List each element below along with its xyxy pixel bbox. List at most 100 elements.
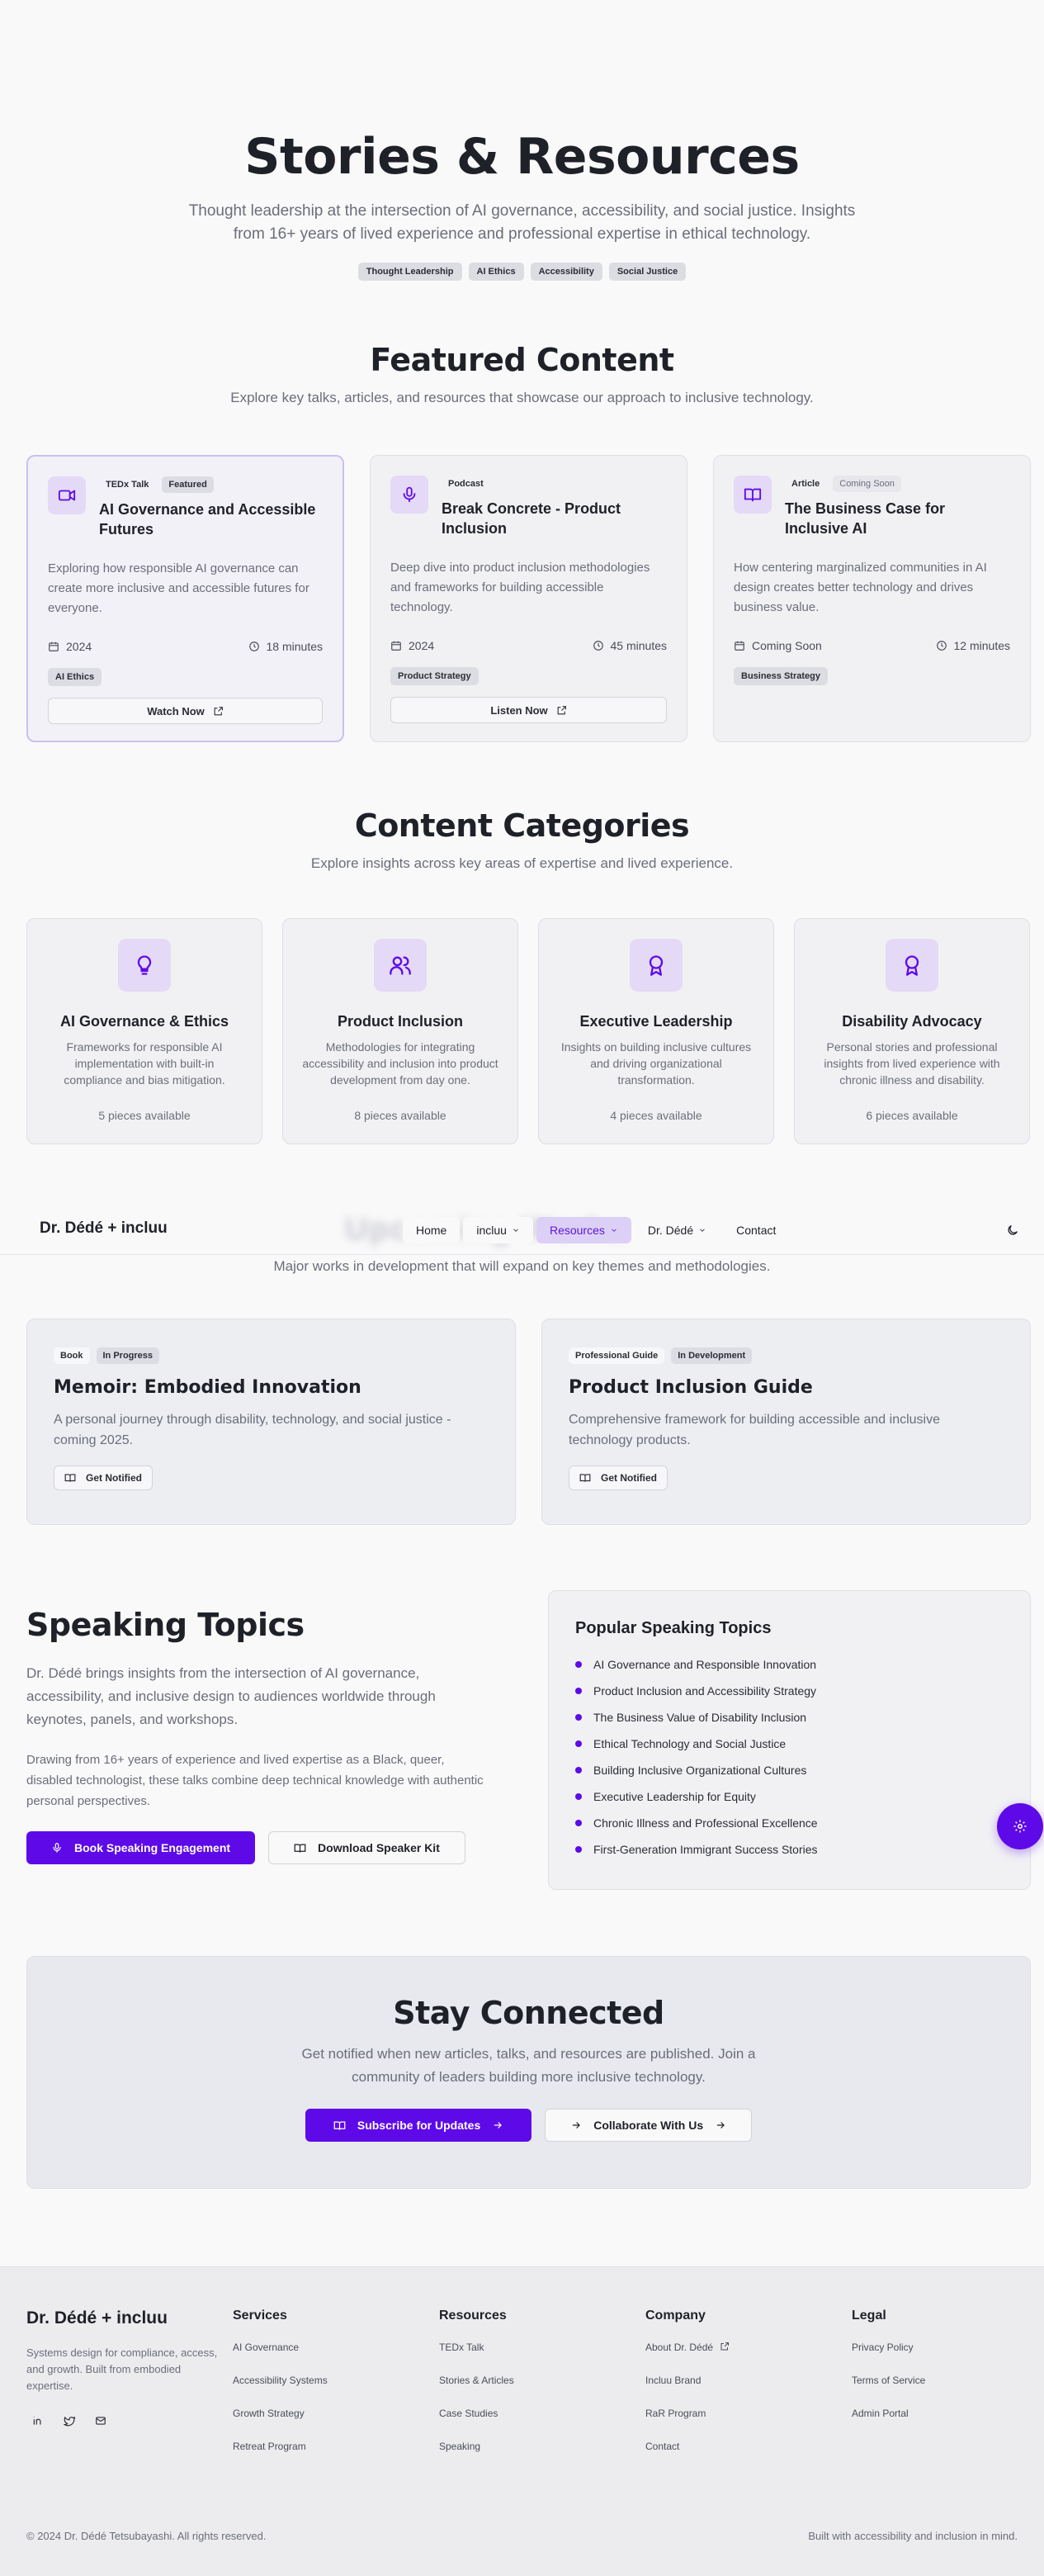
footer-link[interactable]: Contact: [645, 2441, 730, 2474]
arrow-right-icon: [494, 2122, 503, 2129]
calendar-icon: [735, 641, 744, 651]
content-type: Book: [54, 1347, 90, 1364]
chevron-down-icon: [612, 1229, 616, 1232]
footer-link[interactable]: Stories & Articles: [439, 2375, 514, 2408]
featured-card-article[interactable]: Article Coming Soon The Business Case fo…: [713, 455, 1031, 742]
category-title: Disability Advocacy: [842, 1013, 982, 1030]
category-tag: Business Strategy: [734, 667, 828, 685]
hero-tags: Thought Leadership AI Ethics Accessibili…: [0, 263, 1044, 281]
date-meta: 2024: [390, 639, 434, 652]
content-type: Article: [791, 479, 820, 489]
nav-contact[interactable]: Contact: [723, 1217, 790, 1243]
footer-link[interactable]: RaR Program: [645, 2408, 730, 2441]
stay-description: Get notified when new articles, talks, a…: [301, 2046, 756, 2085]
accessibility-settings-button[interactable]: [997, 1803, 1043, 1849]
footer-link[interactable]: Accessibility Systems: [233, 2375, 328, 2408]
topic-tag: Social Justice: [608, 263, 687, 281]
category-count: 6 pieces available: [866, 1109, 958, 1122]
categories-header: Content Categories Explore insights acro…: [0, 806, 1044, 872]
footer-column-company: Company About Dr. Dédé Incluu Brand RaR …: [645, 2308, 730, 2474]
nav-dr-dede[interactable]: Dr. Dédé: [634, 1217, 720, 1243]
brand-logo[interactable]: Dr. Dédé + incluu: [40, 1219, 168, 1238]
featured-card-tedx[interactable]: TEDx Talk Featured AI Governance and Acc…: [26, 455, 344, 742]
featured-badge: Featured: [162, 476, 214, 493]
linkedin-icon[interactable]: [26, 2409, 50, 2432]
in-development-subtitle: Major works in development that will exp…: [273, 1258, 771, 1274]
nav-links: Home incluu Resources Dr. Dédé Contact: [403, 1217, 790, 1243]
footer-link[interactable]: Retreat Program: [233, 2441, 328, 2474]
category-count: 8 pieces available: [354, 1109, 446, 1122]
date-meta: Coming Soon: [734, 639, 822, 652]
book-open-icon: [734, 476, 772, 514]
category-title: Product Inclusion: [337, 1013, 463, 1030]
category-count: 5 pieces available: [98, 1109, 191, 1122]
list-item: Building Inclusive Organizational Cultur…: [575, 1757, 1004, 1783]
category-card-disability-advocacy[interactable]: Disability Advocacy Personal stories and…: [794, 918, 1030, 1144]
content-type: Professional Guide: [569, 1347, 665, 1364]
footer-column-title: Resources: [439, 2308, 507, 2323]
nav-home[interactable]: Home: [403, 1217, 461, 1243]
wip-card-guide[interactable]: Professional Guide In Development Produc…: [541, 1319, 1031, 1525]
footer-link[interactable]: Speaking: [439, 2441, 514, 2474]
duration-meta: 12 minutes: [936, 639, 1010, 652]
featured-subtitle: Explore key talks, articles, and resourc…: [230, 390, 814, 405]
page-title: Stories & Resources: [244, 128, 800, 186]
clock-icon: [936, 641, 947, 651]
chevron-down-icon: [700, 1229, 705, 1232]
twitter-icon[interactable]: [58, 2409, 81, 2432]
mail-icon[interactable]: [89, 2409, 112, 2432]
list-item: Product Inclusion and Accessibility Stra…: [575, 1678, 1004, 1704]
footer-link[interactable]: TEDx Talk: [439, 2342, 514, 2375]
built-note: Built with accessibility and inclusion i…: [808, 2530, 1018, 2542]
external-link-icon: [720, 2342, 730, 2351]
moon-icon[interactable]: [1006, 1224, 1019, 1241]
footer-brand[interactable]: Dr. Dédé + incluu: [26, 2308, 168, 2328]
category-description: Methodologies for integrating accessibil…: [302, 1040, 498, 1087]
footer-link[interactable]: Case Studies: [439, 2408, 514, 2441]
categories-title: Content Categories: [354, 807, 690, 844]
footer-link[interactable]: Incluu Brand: [645, 2375, 730, 2408]
category-title: AI Governance & Ethics: [59, 1013, 229, 1030]
card-title: The Business Case for Inclusive AI: [785, 500, 946, 537]
topic-tag: AI Ethics: [468, 263, 524, 281]
footer-tagline: Systems design for compliance, access, a…: [26, 2346, 218, 2392]
get-notified-button[interactable]: Get Notified: [569, 1466, 668, 1490]
content-type: TEDx Talk: [106, 480, 149, 490]
footer-link[interactable]: Growth Strategy: [233, 2408, 328, 2441]
watch-now-button[interactable]: Watch Now: [48, 698, 323, 724]
category-card-product-inclusion[interactable]: Product Inclusion Methodologies for inte…: [282, 918, 518, 1144]
featured-card-podcast[interactable]: Podcast Break Concrete - Product Inclusi…: [370, 455, 687, 742]
subscribe-button[interactable]: Subscribe for Updates: [305, 2109, 532, 2142]
nav-incluu[interactable]: incluu: [463, 1217, 533, 1243]
social-links: [26, 2409, 112, 2432]
footer-link[interactable]: Terms of Service: [852, 2375, 925, 2408]
category-card-ai-governance[interactable]: AI Governance & Ethics Frameworks for re…: [26, 918, 262, 1144]
nav-resources[interactable]: Resources: [536, 1217, 631, 1243]
book-open-icon: [579, 1474, 591, 1482]
external-link-icon: [557, 705, 566, 714]
collaborate-button[interactable]: Collaborate With Us: [545, 2109, 753, 2142]
category-card-executive-leadership[interactable]: Executive Leadership Insights on buildin…: [538, 918, 774, 1144]
wip-card-memoir[interactable]: Book In Progress Memoir: Embodied Innova…: [26, 1319, 516, 1525]
get-notified-button[interactable]: Get Notified: [54, 1466, 153, 1490]
listen-now-button[interactable]: Listen Now: [390, 697, 667, 723]
footer-column-title: Services: [233, 2308, 287, 2323]
footer-column-title: Legal: [852, 2308, 886, 2323]
video-icon: [48, 476, 86, 514]
footer-link[interactable]: Privacy Policy: [852, 2342, 925, 2375]
footer-link[interactable]: About Dr. Dédé: [645, 2342, 730, 2375]
footer-column-title: Company: [645, 2308, 706, 2323]
award-icon: [886, 939, 938, 992]
card-title: Product Inclusion Guide: [569, 1377, 813, 1398]
book-speaking-button[interactable]: Book Speaking Engagement: [26, 1831, 256, 1864]
calendar-icon: [391, 641, 401, 651]
hero-section: Stories & Resources Thought leadership a…: [0, 124, 1044, 281]
users-icon: [374, 939, 427, 992]
clock-icon: [248, 642, 259, 651]
popular-topics-panel: Popular Speaking Topics AI Governance an…: [548, 1590, 1031, 1890]
content-type: Podcast: [448, 479, 484, 489]
download-speaker-kit-button[interactable]: Download Speaker Kit: [268, 1831, 465, 1864]
footer-link[interactable]: Admin Portal: [852, 2408, 925, 2441]
footer-link[interactable]: AI Governance: [233, 2342, 328, 2375]
book-open-icon: [333, 2121, 346, 2130]
